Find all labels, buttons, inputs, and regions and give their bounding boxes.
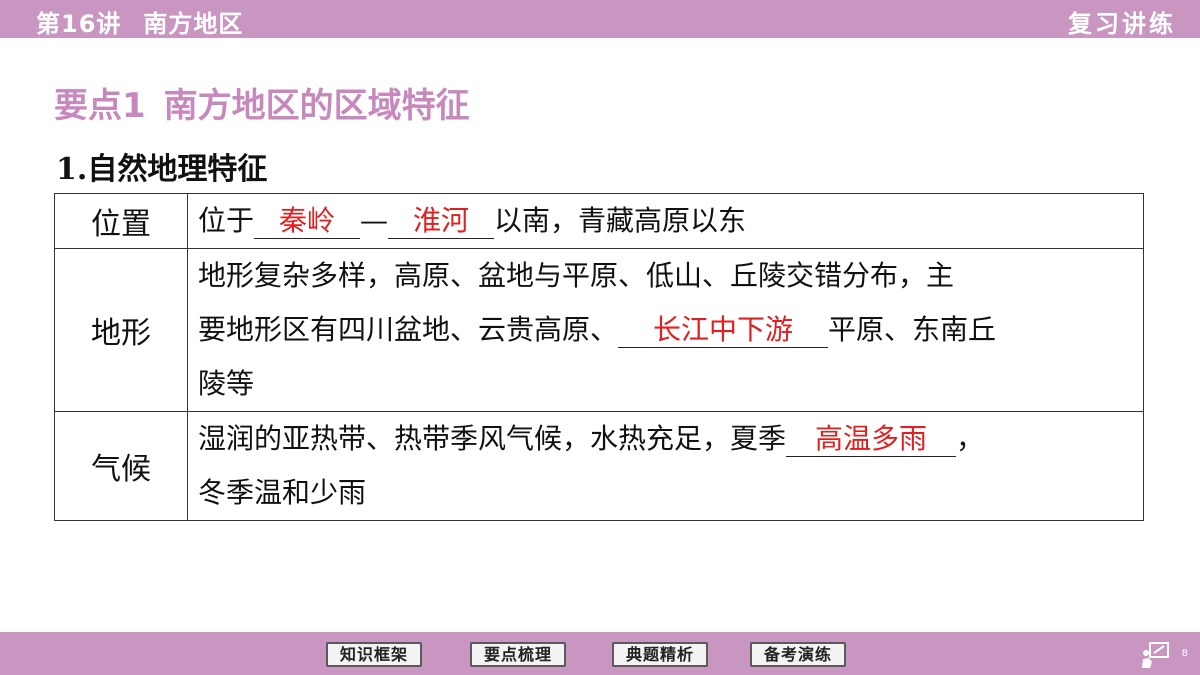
content-text: 平原、东南丘 (828, 313, 997, 346)
row-content: 地形复杂多样，高原、盆地与平原、低山、丘陵交错分布，主 要地形区有四川盆地、云贵… (187, 248, 1144, 412)
section-title-text: 南方地区的区域特征 (163, 86, 470, 126)
bottom-bar: 知识框架 要点梳理 典题精析 备考演练 8 (0, 632, 1200, 675)
content-line: 冬季温和少雨 (198, 476, 367, 509)
answer-blank: 高温多雨 (786, 422, 957, 457)
answer-blank: 淮河 (388, 204, 495, 239)
table-row-location: 位置 位于 秦岭 — 淮河 以南，青藏高原以东 (54, 193, 1144, 249)
features-table: 位置 位于 秦岭 — 淮河 以南，青藏高原以东 地形 地形复杂多样，高原、盆地与平原、低… (54, 193, 1144, 521)
lesson-title: 第16讲 南方地区 (36, 4, 243, 39)
content-line: 陵等 (198, 367, 255, 400)
content-text: 要地形区有四川盆地、云贵高原、 (198, 313, 619, 346)
section-heading: 要点1 南方地区的区域特征 (54, 78, 470, 127)
lesson-number: 第16讲 (36, 10, 122, 38)
lesson-name: 南方地区 (143, 10, 244, 38)
answer-blank: 秦岭 (254, 204, 361, 239)
table-row-climate: 气候 湿润的亚热带、热带季风气候，水热充足，夏季 高温多雨， 冬季温和少雨 (54, 411, 1144, 521)
content-line: 地形复杂多样，高原、盆地与平原、低山、丘陵交错分布，主 (198, 259, 955, 292)
content-text: 位于 (198, 204, 255, 237)
subsection-heading: 1.自然地理特征 (56, 152, 268, 187)
nav-button-typical-examples[interactable]: 典题精析 (612, 642, 709, 667)
table-row-terrain: 地形 地形复杂多样，高原、盆地与平原、低山、丘陵交错分布，主 要地形区有四川盆地… (54, 248, 1144, 412)
row-label: 地形 (54, 248, 188, 412)
nav-button-key-points[interactable]: 要点梳理 (470, 642, 567, 667)
review-tag: 复习讲练 (1068, 10, 1176, 38)
top-bar: 第16讲 南方地区 复习讲练 (0, 0, 1200, 38)
dash-text: — (360, 204, 389, 237)
nav-button-exam-practice[interactable]: 备考演练 (750, 642, 847, 667)
nav-button-knowledge-framework[interactable]: 知识框架 (326, 642, 423, 667)
row-content: 湿润的亚热带、热带季风气候，水热充足，夏季 高温多雨， 冬季温和少雨 (187, 411, 1144, 521)
page-number: 8 (1181, 648, 1188, 659)
section-number: 要点1 (54, 86, 146, 126)
answer-blank: 长江中下游 (618, 313, 829, 348)
content-text: 以南，青藏高原以东 (494, 204, 747, 237)
row-content: 位于 秦岭 — 淮河 以南，青藏高原以东 (187, 193, 1144, 249)
content-text: ， (956, 422, 985, 455)
presentation-icon (1142, 642, 1169, 668)
content-line: 湿润的亚热带、热带季风气候，水热充足，夏季 高温多雨， (198, 412, 1133, 466)
row-label: 气候 (54, 411, 188, 521)
row-label: 位置 (54, 193, 188, 249)
content-line: 要地形区有四川盆地、云贵高原、 长江中下游 平原、东南丘 (198, 303, 1133, 357)
content-text: 湿润的亚热带、热带季风气候，水热充足，夏季 (198, 422, 787, 455)
